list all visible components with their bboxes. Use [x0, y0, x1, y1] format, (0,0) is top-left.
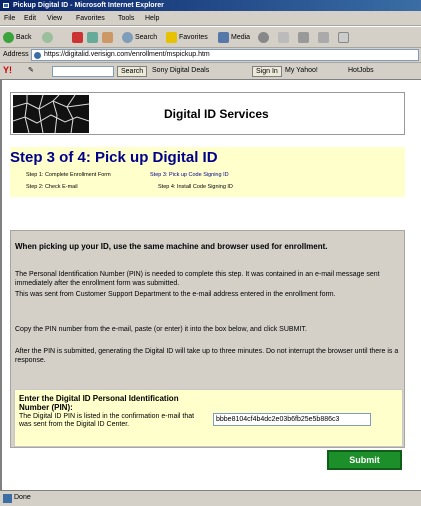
pin-explanation: The Personal Identification Number (PIN)…: [15, 271, 380, 287]
yahoo-toolbar: Y! ✎ Search Sony Digital Deals Sign In M…: [0, 63, 421, 80]
step-4: Step 4: Install Code Signing ID: [158, 184, 233, 190]
search-label: Search: [135, 34, 158, 41]
step-panel: Step 3 of 4: Pick up Digital ID Step 1: …: [10, 147, 405, 197]
sony-deals-label: Sony Digital Deals: [152, 67, 210, 74]
wait-instruction: After the PIN is submitted, generating t…: [15, 348, 399, 364]
sign-in-button[interactable]: Sign In: [252, 66, 282, 77]
refresh-button[interactable]: [87, 32, 98, 43]
favorites-button[interactable]: Favorites: [166, 32, 208, 43]
back-arrow-icon: [3, 32, 14, 43]
search-icon: [122, 32, 133, 43]
home-button[interactable]: [102, 32, 113, 43]
page-header: Digital ID Services: [10, 92, 405, 135]
brand-title: Digital ID Services: [164, 107, 269, 121]
status-bar: Done: [0, 490, 421, 506]
edit-icon: [318, 32, 329, 43]
hotjobs-link[interactable]: HotJobs: [345, 66, 377, 77]
media-icon: [218, 32, 229, 43]
address-input[interactable]: https://digitalid.verisign.com/enrollmen…: [31, 49, 419, 61]
menu-help[interactable]: Help: [145, 15, 159, 22]
my-yahoo-label: My Yahoo!: [285, 67, 318, 74]
yahoo-search-button[interactable]: Search: [117, 66, 148, 77]
pencil-icon[interactable]: ✎: [28, 66, 34, 74]
address-url: https://digitalid.verisign.com/enrollmen…: [44, 51, 210, 58]
submit-button[interactable]: Submit: [327, 450, 402, 470]
page-content: Digital ID Services Step 3 of 4: Pick up…: [0, 80, 421, 490]
mail-button[interactable]: [278, 32, 289, 43]
copy-instruction: Copy the PIN number from the e-mail, pas…: [15, 326, 307, 333]
ie-icon: [2, 2, 10, 9]
home-icon: [102, 32, 113, 43]
discuss-icon: [338, 32, 349, 43]
menu-file[interactable]: File: [4, 15, 15, 22]
verisign-logo-icon: [13, 95, 89, 133]
edit-button[interactable]: [318, 32, 329, 43]
page-icon: [34, 52, 41, 59]
pin-description: The Digital ID PIN is listed in the conf…: [19, 413, 195, 428]
page-done-icon: [3, 494, 12, 503]
refresh-icon: [87, 32, 98, 43]
mail-icon: [278, 32, 289, 43]
star-icon: [166, 32, 177, 43]
stop-icon: [72, 32, 83, 43]
sender-explanation: This was sent from Customer Support Depa…: [15, 291, 336, 298]
search-button[interactable]: Search: [122, 32, 157, 43]
pin-title: Enter the Digital ID Personal Identifica…: [19, 394, 179, 412]
my-yahoo-link[interactable]: My Yahoo!: [282, 66, 321, 77]
history-button[interactable]: [258, 32, 269, 43]
menu-favorites[interactable]: Favorites: [76, 15, 105, 22]
step-3: Step 3: Pick up Code Signing ID: [150, 172, 229, 178]
sony-deals-link[interactable]: Sony Digital Deals: [149, 66, 212, 77]
menu-bar: File Edit View Favorites Tools Help: [0, 11, 421, 26]
media-button[interactable]: Media: [218, 32, 250, 43]
media-label: Media: [231, 34, 251, 41]
step-1: Step 1: Complete Enrollment Form: [26, 172, 111, 178]
address-label: Address: [3, 51, 29, 58]
back-label: Back: [16, 34, 32, 41]
menu-view[interactable]: View: [47, 15, 62, 22]
menu-tools[interactable]: Tools: [118, 15, 134, 22]
forward-button[interactable]: [42, 32, 53, 43]
instruction-heading: When picking up your ID, use the same ma…: [15, 242, 328, 251]
yahoo-logo-icon[interactable]: Y!: [3, 65, 12, 75]
menu-edit[interactable]: Edit: [24, 15, 36, 22]
pin-input[interactable]: bbbe8104cf4b4dc2e03b6fb25e5b886c3: [213, 413, 371, 426]
history-icon: [258, 32, 269, 43]
print-button[interactable]: [298, 32, 309, 43]
favorites-label: Favorites: [179, 34, 208, 41]
address-bar: Address https://digitalid.verisign.com/e…: [0, 48, 421, 63]
discuss-button[interactable]: [338, 32, 349, 43]
window-title: Pickup Digital ID - Microsoft Internet E…: [13, 2, 164, 9]
hotjobs-label: HotJobs: [348, 67, 374, 74]
back-button[interactable]: Back: [3, 32, 32, 43]
step-2: Step 2: Check E-mail: [26, 184, 78, 190]
title-bar: Pickup Digital ID - Microsoft Internet E…: [0, 0, 421, 11]
print-icon: [298, 32, 309, 43]
pin-labels: Enter the Digital ID Personal Identifica…: [15, 394, 211, 444]
instruction-panel: When picking up your ID, use the same ma…: [10, 230, 405, 448]
toolbar: Back Search Favorites Media: [0, 27, 421, 48]
stop-button[interactable]: [72, 32, 83, 43]
forward-arrow-icon: [42, 32, 53, 43]
pin-entry-box: Enter the Digital ID Personal Identifica…: [14, 389, 403, 447]
step-title: Step 3 of 4: Pick up Digital ID: [10, 149, 218, 166]
status-text: Done: [14, 494, 31, 501]
yahoo-search-input[interactable]: [52, 66, 114, 77]
